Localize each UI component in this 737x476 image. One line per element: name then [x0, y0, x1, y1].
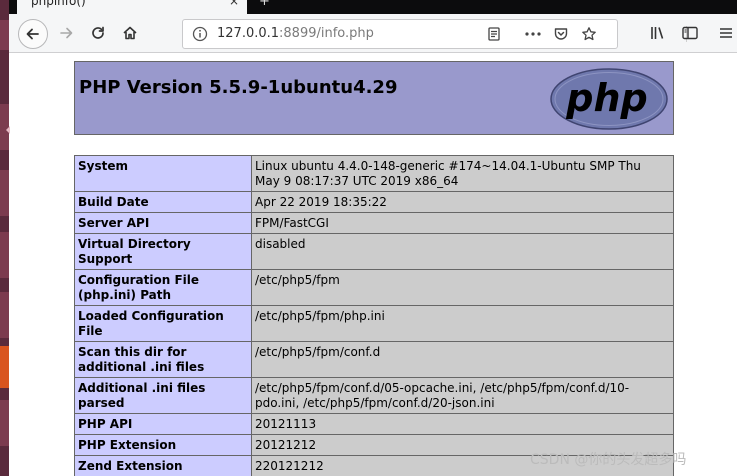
php-logo-text: php: [565, 76, 647, 120]
info-button[interactable]: [191, 25, 209, 43]
forward-icon: [60, 27, 73, 39]
row-key: Zend Extension: [74, 455, 252, 476]
page-title: PHP Version 5.5.9-1ubuntu4.29: [79, 77, 398, 98]
row-value: /etc/php5/fpm/conf.d: [251, 341, 674, 378]
php-logo[interactable]: php: [549, 67, 669, 131]
launcher-item[interactable]: [0, 400, 9, 446]
bookmark-button[interactable]: [580, 25, 598, 43]
url-text[interactable]: 127.0.0.1:8899/info.php: [217, 26, 374, 41]
pocket-button[interactable]: [552, 25, 570, 43]
tab-title: phpinfo(): [31, 0, 86, 8]
more-icon: [525, 32, 541, 36]
table-row: System Linux ubuntu 4.4.0-148-generic #17…: [74, 155, 674, 192]
launcher-item[interactable]: [0, 232, 9, 278]
new-tab-button[interactable]: +: [259, 0, 270, 9]
table-row: Virtual Directory Support disabled: [74, 233, 674, 270]
table-row: Scan this dir for additional .ini files /…: [74, 341, 674, 378]
reload-icon: [92, 26, 104, 39]
table-row: Configuration File (php.ini) Path/etc/ph…: [74, 269, 674, 306]
row-value: /etc/php5/fpm/conf.d/05-opcache.ini, /et…: [251, 377, 674, 414]
row-key: System: [74, 155, 252, 192]
sidebar-button[interactable]: [677, 19, 703, 47]
bookmark-star-icon: [582, 27, 596, 41]
navigation-toolbar: 127.0.0.1:8899/info.php: [9, 14, 737, 53]
browser-tab[interactable]: phpinfo() ×: [17, 0, 247, 14]
launcher-item[interactable]: [0, 170, 9, 216]
library-icon: [651, 27, 664, 39]
launcher-item[interactable]: [0, 20, 9, 50]
url-path: :8899/info.php: [279, 26, 374, 41]
page-content: PHP Version 5.5.9-1ubuntu4.29 php System…: [9, 53, 737, 476]
page-actions-button[interactable]: [524, 25, 542, 43]
sidebar-icon: [682, 26, 698, 40]
table-row: Loaded Configuration File/etc/php5/fpm/p…: [74, 305, 674, 342]
watermark: CSDN @你的头发超多吗: [530, 452, 687, 468]
menu-icon: [720, 28, 732, 38]
row-key: Server API: [74, 212, 252, 234]
pocket-icon: [554, 28, 568, 40]
menu-button[interactable]: [713, 19, 737, 47]
reader-view-icon: [488, 27, 500, 41]
row-value: Linux ubuntu 4.4.0-148-generic #174~14.0…: [251, 155, 674, 192]
info-icon: [192, 26, 208, 42]
home-button[interactable]: [116, 19, 144, 47]
home-icon: [123, 26, 137, 40]
row-key: Virtual Directory Support: [74, 233, 252, 270]
table-row: Build Date Apr 22 2019 18:35:22: [74, 191, 674, 213]
php-info-table: System Linux ubuntu 4.4.0-148-generic #17…: [74, 155, 674, 476]
row-key: Configuration File (php.ini) Path: [74, 269, 252, 306]
row-key: Build Date: [74, 191, 252, 213]
table-row: Server API FPM/FastCGI: [74, 212, 674, 234]
row-key: Loaded Configuration File: [74, 305, 252, 342]
url-host: 127.0.0.1: [217, 26, 280, 41]
table-row: PHP API 20121113: [74, 413, 674, 435]
launcher-item-highlight[interactable]: [0, 346, 9, 388]
forward-button[interactable]: [52, 19, 80, 47]
reload-button[interactable]: [84, 19, 112, 47]
launcher-sidebar: [0, 0, 10, 476]
row-value: /etc/php5/fpm: [251, 269, 674, 306]
row-value: Apr 22 2019 18:35:22: [251, 191, 674, 213]
back-button[interactable]: [18, 19, 48, 49]
php-version-header: PHP Version 5.5.9-1ubuntu4.29 php: [74, 61, 674, 135]
row-value: FPM/FastCGI: [251, 212, 674, 234]
url-bar[interactable]: 127.0.0.1:8899/info.php: [182, 19, 687, 49]
library-button[interactable]: [645, 19, 671, 47]
launcher-item[interactable]: [0, 292, 9, 338]
row-key: PHP API: [74, 413, 252, 435]
row-value: 20121113: [251, 413, 674, 435]
row-value: /etc/php5/fpm/php.ini: [251, 305, 674, 342]
tab-strip: phpinfo() × +: [9, 0, 737, 14]
table-row: Additional .ini files parsed/etc/php5/fp…: [74, 377, 674, 414]
row-key: Additional .ini files parsed: [74, 377, 252, 414]
reader-view-button[interactable]: [485, 25, 503, 43]
tab-close-button[interactable]: ×: [229, 0, 239, 8]
back-icon: [26, 28, 39, 40]
row-value: disabled: [251, 233, 674, 270]
row-key: PHP Extension: [74, 434, 252, 456]
row-key: Scan this dir for additional .ini files: [74, 341, 252, 378]
